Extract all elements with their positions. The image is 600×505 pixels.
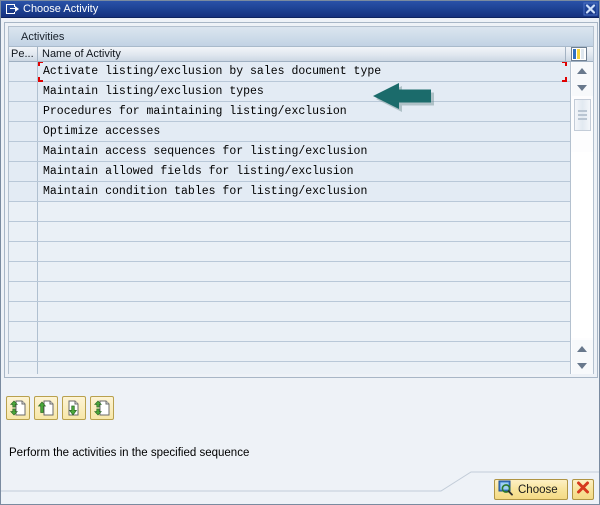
scroll-down-icon-bottom[interactable] [571,357,593,374]
activities-panel: Activities Pe... Name of Activity Activa… [4,22,598,378]
cell-performed[interactable] [9,362,38,374]
cell-activity-name[interactable]: Maintain access sequences for listing/ex… [38,142,570,161]
cancel-button[interactable] [572,479,594,500]
cell-activity-name[interactable]: Maintain listing/exclusion types [38,82,570,101]
cell-activity-name[interactable] [38,342,570,361]
cell-activity-name[interactable] [38,242,570,261]
cell-performed[interactable] [9,162,38,181]
cancel-x-icon [576,481,590,498]
first-page-button[interactable] [6,396,30,420]
previous-page-button[interactable] [34,396,58,420]
cell-performed[interactable] [9,82,38,101]
activities-panel-inner: Activities Pe... Name of Activity Activa… [8,26,594,374]
cell-activity-name[interactable] [38,262,570,281]
table-row[interactable]: Activate listing/exclusion by sales docu… [9,62,570,82]
cell-activity-name[interactable]: Procedures for maintaining listing/exclu… [38,102,570,121]
cell-performed[interactable] [9,222,38,241]
cell-activity-name[interactable] [38,362,570,374]
table-body: Activate listing/exclusion by sales docu… [9,62,570,374]
cell-performed[interactable] [9,62,38,81]
table-row[interactable] [9,302,570,322]
cell-performed[interactable] [9,302,38,321]
table-row[interactable]: Maintain allowed fields for listing/excl… [9,162,570,182]
cell-performed[interactable] [9,202,38,221]
next-page-button[interactable] [62,396,86,420]
table-row[interactable] [9,282,570,302]
column-header-name[interactable]: Name of Activity [38,47,566,61]
status-text: Perform the activities in the specified … [9,447,250,459]
table-row[interactable]: Maintain listing/exclusion types [9,82,570,102]
cell-performed[interactable] [9,282,38,301]
table-settings-icon[interactable] [566,47,591,62]
choose-button-label: Choose [518,483,558,496]
activities-table: Pe... Name of Activity Activate listing/… [9,47,593,374]
title-bar: Choose Activity [1,1,599,18]
choose-button[interactable]: Choose [494,479,568,500]
cell-performed[interactable] [9,182,38,201]
close-icon[interactable] [583,2,598,16]
cell-activity-name[interactable] [38,282,570,301]
cell-activity-name[interactable]: Maintain condition tables for listing/ex… [38,182,570,201]
cell-performed[interactable] [9,102,38,121]
column-header-performed[interactable]: Pe... [9,47,38,61]
group-title: Activities [21,30,65,43]
table-header-row: Pe... Name of Activity [9,47,593,62]
cell-activity-name[interactable] [38,322,570,341]
table-row[interactable] [9,222,570,242]
table-row[interactable] [9,202,570,222]
cell-activity-name[interactable]: Optimize accesses [38,122,570,141]
scroll-bottom-buttons [571,340,593,374]
cell-performed[interactable] [9,262,38,281]
scroll-up-icon[interactable] [571,62,593,79]
scroll-up-icon-bottom[interactable] [571,340,593,357]
page-navigation-toolbar [6,396,114,420]
cell-activity-name[interactable] [38,302,570,321]
cell-performed[interactable] [9,322,38,341]
choose-activity-dialog: Choose Activity Activities Pe... Name of… [0,0,600,505]
scroll-track[interactable] [571,152,593,338]
cell-activity-name[interactable] [38,222,570,241]
dialog-action-bar: Choose [494,479,594,500]
scroll-down-icon[interactable] [571,79,593,96]
cell-activity-name[interactable]: Maintain allowed fields for listing/excl… [38,162,570,181]
cell-performed[interactable] [9,342,38,361]
transaction-exit-icon [6,3,19,15]
scroll-thumb-grip[interactable] [573,99,591,131]
table-row[interactable]: Procedures for maintaining listing/exclu… [9,102,570,122]
table-row[interactable] [9,322,570,342]
last-page-button[interactable] [90,396,114,420]
cell-performed[interactable] [9,142,38,161]
cell-activity-name[interactable] [38,202,570,221]
table-row[interactable]: Maintain access sequences for listing/ex… [9,142,570,162]
table-row[interactable]: Maintain condition tables for listing/ex… [9,182,570,202]
group-header: Activities [9,27,593,47]
window-title: Choose Activity [23,3,99,15]
table-row[interactable] [9,342,570,362]
vertical-scrollbar[interactable] [570,62,593,374]
cell-performed[interactable] [9,242,38,261]
cell-performed[interactable] [9,122,38,141]
table-row[interactable] [9,362,570,374]
cell-activity-name[interactable]: Activate listing/exclusion by sales docu… [38,62,570,81]
table-row[interactable] [9,242,570,262]
magnifier-icon [498,480,514,499]
table-row[interactable]: Optimize accesses [9,122,570,142]
table-row[interactable] [9,262,570,282]
